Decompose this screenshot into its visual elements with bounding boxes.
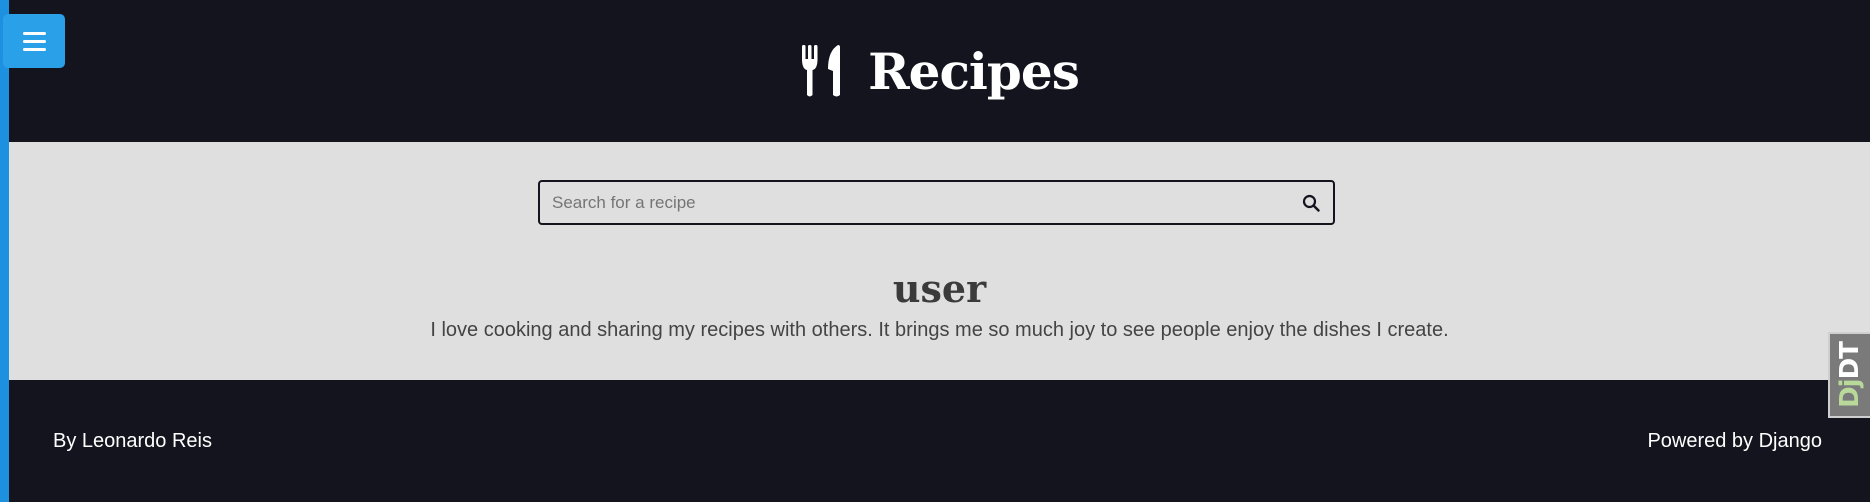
site-footer: By Leonardo Reis Powered by Django bbox=[9, 380, 1870, 502]
search-button[interactable] bbox=[1289, 182, 1333, 223]
menu-toggle-button[interactable] bbox=[3, 14, 65, 68]
footer-author: By Leonardo Reis bbox=[53, 430, 212, 452]
main-content: user I love cooking and sharing my recip… bbox=[9, 142, 1870, 380]
left-accent-strip bbox=[0, 0, 9, 502]
site-title: Recipes bbox=[868, 41, 1080, 101]
utensils-icon bbox=[802, 45, 841, 97]
site-header: Recipes bbox=[9, 0, 1870, 142]
search-icon bbox=[1302, 194, 1320, 212]
search-input[interactable] bbox=[540, 182, 1289, 223]
profile-username: user bbox=[892, 266, 987, 311]
debug-toolbar-handle[interactable]: DjDT bbox=[1828, 332, 1870, 418]
debug-toolbar-label: DjDT bbox=[1835, 342, 1866, 408]
page: Recipes user I love cooking and sharing … bbox=[0, 0, 1870, 502]
profile-bio: I love cooking and sharing my recipes wi… bbox=[430, 319, 1449, 341]
footer-powered-by: Powered by Django bbox=[1647, 430, 1822, 452]
brand[interactable]: Recipes bbox=[800, 41, 1080, 101]
hamburger-menu-icon bbox=[22, 31, 46, 35]
search-form bbox=[538, 180, 1335, 225]
